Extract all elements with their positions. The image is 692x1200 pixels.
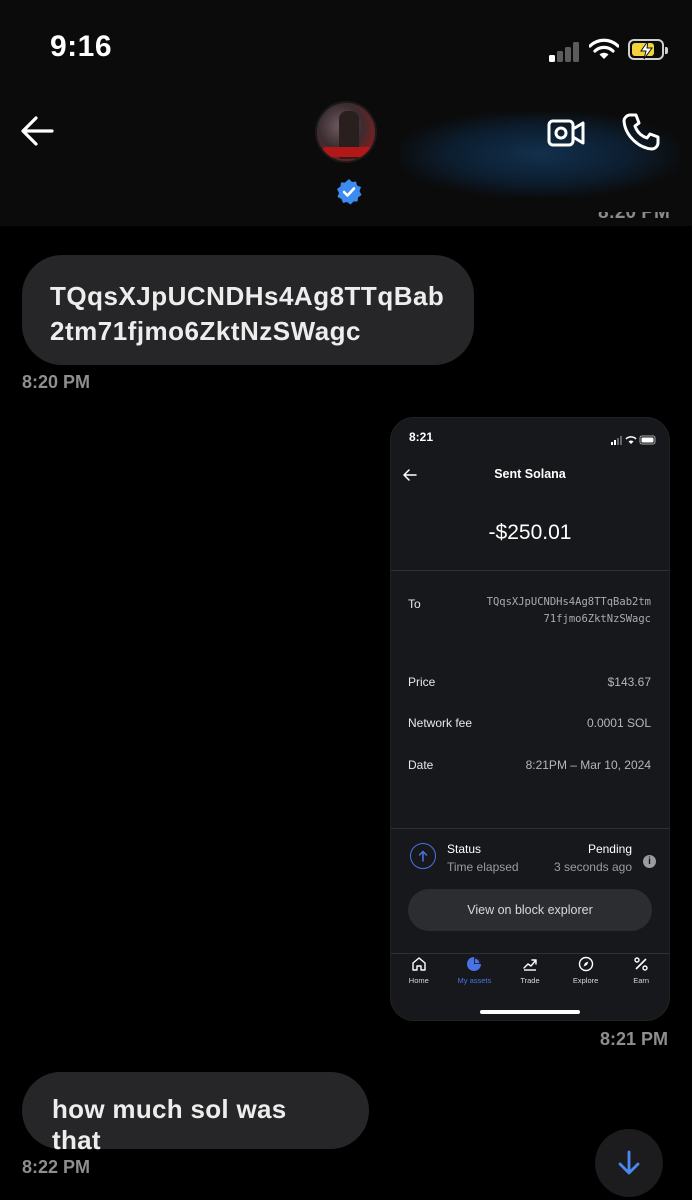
screenshot-divider xyxy=(391,953,669,954)
screenshot-divider xyxy=(391,570,669,571)
status-arrow-up-icon xyxy=(410,843,436,869)
to-label: To xyxy=(408,597,421,611)
status-label: Status xyxy=(447,842,482,856)
video-call-icon[interactable] xyxy=(546,113,586,158)
nav-label: My assets xyxy=(457,976,492,985)
message-text-line: TQqsXJpUCNDHs4Ag8TTqBab xyxy=(50,281,445,311)
back-arrow-icon[interactable] xyxy=(20,115,54,152)
price-label: Price xyxy=(408,675,436,689)
price-value: $143.67 xyxy=(607,675,651,689)
date-label: Date xyxy=(408,758,434,772)
contact-avatar[interactable] xyxy=(315,101,377,163)
compass-icon xyxy=(578,956,593,972)
nav-label: Earn xyxy=(633,976,650,985)
sent-screenshot-image[interactable]: 8:21 Sent Solana -$250.01 To TQqsXJpUCND… xyxy=(390,417,670,1021)
cellular-signal-icon xyxy=(549,40,581,62)
network-fee-label: Network fee xyxy=(408,716,473,730)
nav-item-earn: Earn xyxy=(615,956,667,1006)
message-text: how much sol was that xyxy=(52,1094,287,1155)
message-text-line: 2tm71fjmo6ZktNzSWagc xyxy=(50,316,361,346)
nav-item-trade: Trade xyxy=(504,956,556,1006)
message-timestamp: 8:22 PM xyxy=(22,1157,91,1177)
status-value: Pending xyxy=(587,842,632,856)
nav-label: Explore xyxy=(572,976,599,985)
home-indicator xyxy=(480,1010,580,1014)
view-on-block-explorer-button: View on block explorer xyxy=(408,889,652,931)
nav-item-my-assets: My assets xyxy=(448,956,500,1006)
nav-item-home: Home xyxy=(393,956,445,1006)
nav-item-explore: Explore xyxy=(560,956,612,1006)
message-timestamp: 8:20 PM xyxy=(22,372,91,392)
percent-icon xyxy=(634,957,648,971)
status-bar-time: 9:16 xyxy=(50,30,113,63)
date-value: 8:21PM – Mar 10, 2024 xyxy=(525,758,651,772)
message-timestamp: 8:21 PM xyxy=(600,1029,669,1049)
info-icon: i xyxy=(643,855,656,868)
voice-call-icon[interactable] xyxy=(620,111,662,158)
message-bubble-received[interactable]: how much sol was that xyxy=(22,1072,369,1155)
battery-icon xyxy=(628,39,668,60)
to-address: TQqsXJpUCNDHs4Ag8TTqBab2tm71fjmo6ZktNzSW… xyxy=(486,596,651,625)
arrow-down-icon xyxy=(618,1150,640,1175)
scroll-to-bottom-button[interactable] xyxy=(595,1129,663,1197)
nav-label: Trade xyxy=(520,976,540,985)
nav-label: Home xyxy=(408,976,429,985)
trend-icon xyxy=(523,959,537,971)
verified-badge-icon xyxy=(335,178,363,211)
screenshot-amount: -$250.01 xyxy=(488,521,572,544)
screenshot-status-icons xyxy=(611,432,659,450)
pie-chart-icon xyxy=(467,957,482,971)
screenshot-status-time: 8:21 xyxy=(409,430,434,444)
partial-timestamp: 8:20 PM xyxy=(598,212,670,223)
time-elapsed-label: Time elapsed xyxy=(447,860,519,874)
screenshot-divider xyxy=(391,828,669,829)
time-elapsed-value: 3 seconds ago xyxy=(553,860,632,874)
home-icon xyxy=(412,957,426,971)
screenshot-title: Sent Solana xyxy=(494,467,566,481)
screenshot-tab-bar: Home My assets Trade Explore Earn xyxy=(391,956,669,1006)
wifi-icon xyxy=(588,38,620,65)
network-fee-value: 0.0001 SOL xyxy=(586,716,651,730)
message-bubble-received[interactable]: TQqsXJpUCNDHs4Ag8TTqBab 2tm71fjmo6ZktNzS… xyxy=(22,255,474,365)
